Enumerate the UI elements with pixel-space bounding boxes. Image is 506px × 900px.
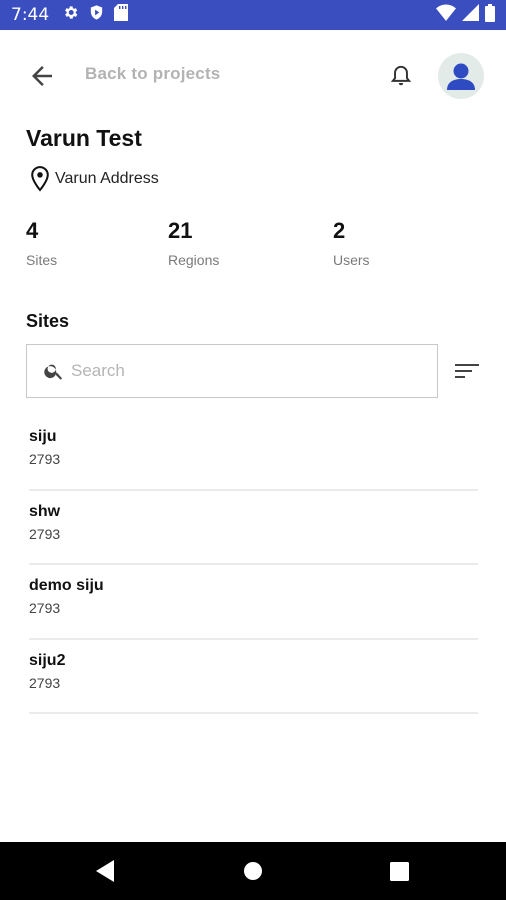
back-triangle-icon[interactable] <box>76 842 136 900</box>
list-item[interactable]: demo siju 2793 <box>29 565 478 640</box>
site-name: shw <box>29 502 61 520</box>
list-item[interactable]: shw 2793 <box>29 491 478 565</box>
site-code: 2793 <box>29 451 61 467</box>
stat-value: 2 <box>333 218 346 243</box>
project-address: Varun Address <box>29 165 159 193</box>
top-app-bar: Back to projects <box>0 30 506 120</box>
bell-icon[interactable] <box>388 62 414 90</box>
site-name: demo siju <box>29 577 104 594</box>
signal-icon <box>462 4 479 26</box>
list-item[interactable]: siju 2793 <box>29 416 478 491</box>
wifi-icon <box>436 4 456 26</box>
back-to-projects-link[interactable]: Back to projects <box>85 64 220 84</box>
address-text: Varun Address <box>55 170 159 187</box>
sort-filter-icon[interactable] <box>454 359 480 383</box>
battery-icon <box>485 3 495 27</box>
stat-value: 4 <box>26 218 39 243</box>
sd-card-icon <box>114 4 129 26</box>
stat-label: Regions <box>168 252 220 268</box>
project-title: Varun Test <box>26 125 142 151</box>
stat-value: 21 <box>168 218 193 243</box>
stat-label: Sites <box>26 252 58 268</box>
play-protect-icon <box>88 4 105 26</box>
avatar[interactable] <box>438 53 484 99</box>
sites-list: siju 2793 shw 2793 demo siju 2793 siju2 … <box>29 416 478 714</box>
search-input[interactable] <box>69 360 413 382</box>
stat-label: Users <box>333 252 370 268</box>
stat-sites: 4 Sites <box>26 218 57 268</box>
status-bar: 7:44 <box>0 0 506 30</box>
stat-regions: 21 Regions <box>168 218 219 268</box>
recents-square-icon[interactable] <box>369 842 429 900</box>
site-name: siju <box>29 428 57 445</box>
home-circle-icon[interactable] <box>223 842 283 900</box>
site-code: 2793 <box>29 600 61 616</box>
site-name: siju2 <box>29 651 66 669</box>
stat-users: 2 Users <box>333 218 370 268</box>
account-icon <box>447 63 475 90</box>
system-nav-bar <box>0 842 506 900</box>
search-field[interactable] <box>26 344 438 398</box>
site-code: 2793 <box>29 674 61 691</box>
list-item[interactable]: siju2 2793 <box>29 640 478 714</box>
sites-section-title: Sites <box>26 311 70 331</box>
search-icon <box>43 360 65 382</box>
arrow-back-icon[interactable] <box>27 61 57 91</box>
location-pin-icon <box>29 165 51 193</box>
status-time: 7:44 <box>11 5 50 25</box>
gear-icon <box>62 4 79 26</box>
site-code: 2793 <box>29 525 61 542</box>
